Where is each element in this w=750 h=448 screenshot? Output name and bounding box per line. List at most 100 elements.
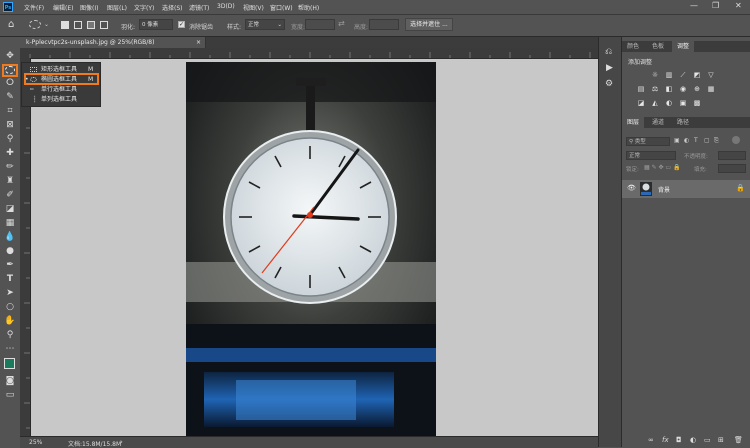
photo-filter-icon[interactable]: ◉ [678,85,688,93]
opacity-input[interactable] [718,151,746,160]
frame-tool-icon[interactable]: ⊠ [3,120,17,131]
link-layers-icon[interactable]: ∞ [648,436,654,444]
antialias-checkbox[interactable]: ✓ [178,21,185,28]
menu-help[interactable]: 帮助(H) [298,3,319,12]
blur-tool-icon[interactable]: 💧 [3,232,17,243]
threshold-icon[interactable]: ◐ [664,99,674,107]
filter-shape-icon[interactable]: ▢ [704,137,710,144]
subtract-selection-icon[interactable] [87,21,95,29]
eyedropper-tool-icon[interactable]: ⚲ [3,134,17,145]
blend-mode-select[interactable]: 正常 [626,151,676,160]
home-icon[interactable]: ⌂ [8,19,14,30]
filter-toggle-icon[interactable] [732,136,740,144]
lasso-tool-icon[interactable]: ⵔ [3,78,17,89]
menu-image[interactable]: 图像(I) [80,3,98,12]
menu-select[interactable]: 选择(S) [162,3,183,12]
posterize-icon[interactable]: ◭ [650,99,660,107]
crop-tool-icon[interactable]: ⌗ [3,106,17,117]
add-selection-icon[interactable] [74,21,82,29]
move-tool-icon[interactable]: ✥ [3,51,17,62]
clone-stamp-tool-icon[interactable]: ♜ [3,176,17,187]
quick-mask-icon[interactable]: ◙ [3,376,17,387]
tab-color[interactable]: 颜色 [622,41,644,52]
new-selection-icon[interactable] [61,21,69,29]
single-row-marquee-option[interactable]: ┅ 单行选框工具 [22,85,100,95]
menu-filter[interactable]: 滤镜(T) [189,3,209,12]
color-balance-icon[interactable]: ⚖ [650,85,660,93]
history-brush-tool-icon[interactable]: ✐ [3,190,17,201]
levels-icon[interactable]: ▥ [664,71,674,79]
filter-smart-icon[interactable]: ⎘ [714,137,719,145]
lock-pixels-icon[interactable]: ▦ ✎ ✥ ▭ 🔒 [644,164,681,171]
minimize-button[interactable]: — [690,1,698,10]
brush-tool-icon[interactable]: ✏ [3,162,17,173]
height-input[interactable] [369,19,399,30]
close-button[interactable]: ✕ [735,1,742,10]
pen-tool-icon[interactable]: ✒ [3,260,17,271]
tab-adjustments[interactable]: 调整 [672,41,695,52]
hand-tool-icon[interactable]: ✋ [3,316,17,327]
properties-panel-icon[interactable]: ⚙ [605,79,613,89]
menu-3d[interactable]: 3D(D) [217,3,235,10]
dodge-tool-icon[interactable]: ● [3,246,17,257]
single-column-marquee-option[interactable]: ┆ 单列选框工具 [22,95,100,105]
filter-pixel-icon[interactable]: ▣ [674,137,680,144]
width-input[interactable] [305,19,335,30]
tab-channels[interactable]: 通道 [647,117,669,128]
eraser-tool-icon[interactable]: ◪ [3,204,17,215]
history-panel-icon[interactable]: ⎌ [605,47,612,57]
hue-saturation-icon[interactable]: ▤ [636,85,646,93]
trash-icon[interactable]: 🗑 [734,436,743,444]
exposure-icon[interactable]: ◩ [692,71,702,79]
menu-window[interactable]: 窗口(W) [270,3,293,12]
new-layer-icon[interactable]: ⊞ [718,436,724,444]
add-mask-icon[interactable]: ◘ [676,436,682,444]
tab-swatches[interactable]: 色板 [647,41,669,52]
select-and-mask-button[interactable]: 选择并遮住 ... [405,18,453,31]
menu-type[interactable]: 文字(Y) [134,3,154,12]
tab-paths[interactable]: 路径 [672,117,694,128]
layer-row[interactable]: 👁 背景 🔒 [622,180,750,198]
gradient-tool-icon[interactable]: ▦ [3,218,17,229]
path-selection-tool-icon[interactable]: ➤ [3,288,17,299]
curves-icon[interactable]: ⟋ [678,71,688,79]
menu-view[interactable]: 视图(V) [243,3,264,12]
invert-icon[interactable]: ◪ [636,99,646,107]
filter-type-icon[interactable]: T [694,137,698,144]
intersect-selection-icon[interactable] [100,21,108,29]
vibrance-icon[interactable]: ▽ [706,71,716,79]
zoom-tool-icon[interactable]: ⚲ [3,330,17,341]
ellipse-marquee-tool-icon[interactable] [2,64,18,77]
filter-adjust-icon[interactable]: ◐ [684,137,689,144]
color-lookup-icon[interactable]: ▦ [706,85,716,93]
chevron-right-icon[interactable]: › [120,438,123,446]
swap-icon[interactable]: ⇄ [338,19,345,28]
layer-name[interactable]: 背景 [658,185,670,194]
feather-input[interactable]: 0 像素 [139,19,173,30]
close-tab-icon[interactable]: × [196,37,201,48]
document-tab[interactable]: k-Pplecvtpc2s-unsplash.jpg @ 25%(RGB/8) … [20,37,206,48]
style-select[interactable]: 正常 ⌄ [245,19,285,30]
foreground-color-swatch[interactable] [4,358,15,369]
menu-file[interactable]: 文件(F) [24,3,44,12]
layer-kind-filter[interactable]: ⚲ 类型 [626,137,670,146]
restore-button[interactable]: ❐ [712,1,719,10]
new-group-icon[interactable]: ▭ [704,436,711,444]
fill-input[interactable] [718,164,746,173]
healing-brush-tool-icon[interactable]: ✚ [3,148,17,159]
menu-layer[interactable]: 图层(L) [107,3,127,12]
quick-select-tool-icon[interactable]: ✎ [3,92,17,103]
actions-play-icon[interactable]: ▶ [606,63,613,73]
shape-tool-icon[interactable]: ○ [3,302,17,313]
more-tools-icon[interactable]: ⋯ [3,344,17,355]
black-white-icon[interactable]: ◧ [664,85,674,93]
brightness-icon[interactable]: ☼ [650,71,660,79]
type-tool-icon[interactable]: T [3,274,17,285]
eye-icon[interactable]: 👁 [627,184,636,192]
new-adjustment-icon[interactable]: ◐ [690,436,696,444]
menu-edit[interactable]: 编辑(E) [53,3,73,12]
tab-layers[interactable]: 图层 [622,117,645,128]
screen-mode-icon[interactable]: ▭ [3,390,17,401]
channel-mixer-icon[interactable]: ⊕ [692,85,702,93]
fx-icon[interactable]: fx [662,436,669,444]
